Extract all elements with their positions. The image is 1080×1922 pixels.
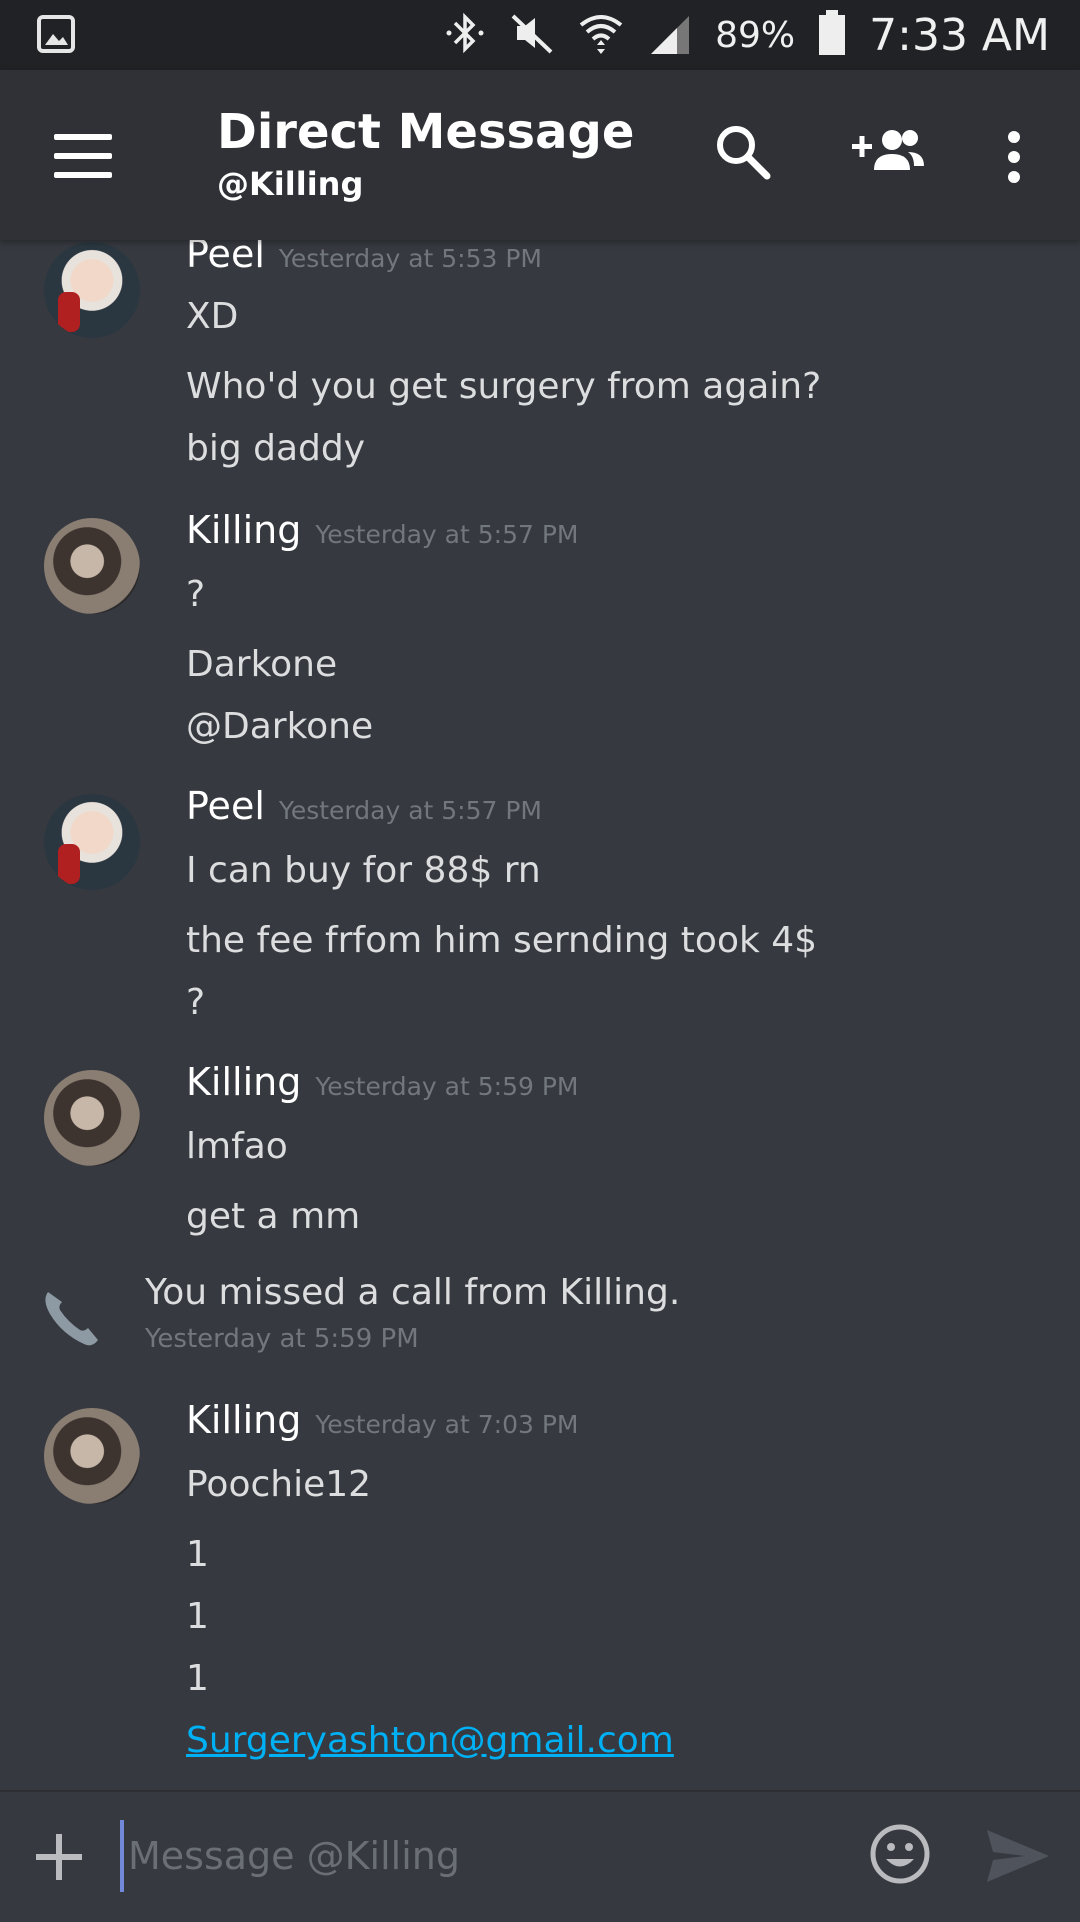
- missed-call-timestamp: Yesterday at 5:59 PM: [145, 1324, 419, 1354]
- avatar-peel[interactable]: [44, 794, 140, 890]
- message-text: @Darkone: [186, 706, 374, 747]
- message-timestamp: Yesterday at 5:57 PM: [315, 520, 579, 549]
- hamburger-menu-icon[interactable]: [54, 134, 112, 178]
- message-text: 1: [186, 1658, 209, 1699]
- bluetooth-icon: [443, 10, 487, 60]
- message-text: XD: [186, 296, 239, 337]
- wifi-icon: [577, 9, 625, 61]
- battery-icon: [817, 9, 847, 61]
- send-icon[interactable]: [985, 1828, 1051, 1888]
- clock: 7:33 AM: [869, 9, 1050, 61]
- page-title: Direct Message: [217, 104, 635, 160]
- message-timestamp: Yesterday at 5:59 PM: [315, 1072, 579, 1101]
- app-bar: Direct Message @Killing: [0, 70, 1080, 240]
- message-text: get a mm: [186, 1196, 361, 1237]
- message-text: ?: [186, 982, 206, 1023]
- message-text: the fee frfom him sernding took 4$: [186, 920, 818, 961]
- message-timestamp: Yesterday at 5:57 PM: [278, 796, 543, 825]
- more-options-icon[interactable]: [1005, 130, 1023, 188]
- author-name[interactable]: Peel Yesterday at 5:57 PM: [186, 784, 542, 828]
- search-icon[interactable]: [713, 122, 773, 186]
- battery-percent: 89%: [715, 14, 796, 56]
- emoji-icon[interactable]: [868, 1822, 932, 1890]
- author-name[interactable]: Killing Yesterday at 7:03 PM: [186, 1398, 578, 1442]
- avatar-killing[interactable]: [44, 518, 140, 614]
- message-text: ?: [186, 574, 206, 615]
- message-text: I can buy for 88$ rn: [186, 850, 541, 891]
- message-text: 1: [186, 1596, 209, 1637]
- author-name-text[interactable]: Peel: [186, 240, 265, 276]
- avatar-peel[interactable]: [44, 242, 140, 338]
- add-friend-icon[interactable]: [850, 126, 926, 178]
- mute-icon: [509, 10, 555, 60]
- author-name-text[interactable]: Killing: [186, 1398, 301, 1442]
- add-attachment-icon[interactable]: [36, 1834, 82, 1880]
- status-bar: 89% 7:33 AM: [0, 0, 1080, 70]
- author-name-text[interactable]: Killing: [186, 508, 301, 552]
- message-timestamp: Yesterday at 7:03 PM: [315, 1410, 579, 1439]
- author-name-text[interactable]: Peel: [186, 784, 265, 828]
- avatar-killing[interactable]: [44, 1070, 140, 1166]
- message-text: Darkone: [186, 644, 338, 685]
- author-name[interactable]: Peel Yesterday at 5:53 PM: [186, 240, 542, 276]
- message-text: Poochie12: [186, 1464, 372, 1505]
- message-text: lmfao: [186, 1126, 288, 1167]
- author-name-text[interactable]: Killing: [186, 1060, 301, 1104]
- message-input[interactable]: [120, 1820, 850, 1892]
- recipient-handle: @Killing: [217, 165, 364, 203]
- email-link[interactable]: Surgeryashton@gmail.com: [186, 1720, 674, 1761]
- message-list[interactable]: Peel Yesterday at 5:53 PM XD Who'd you ge…: [0, 240, 1080, 1790]
- message-composer: [0, 1790, 1080, 1922]
- missed-call-icon: [40, 1286, 102, 1352]
- message-timestamp: Yesterday at 5:53 PM: [278, 244, 543, 273]
- author-name[interactable]: Killing Yesterday at 5:57 PM: [186, 508, 578, 552]
- signal-icon: [647, 10, 693, 60]
- gallery-notification-icon: [36, 14, 76, 58]
- avatar-killing[interactable]: [44, 1408, 140, 1504]
- message-text: big daddy: [186, 428, 366, 469]
- message-text: 1: [186, 1534, 209, 1575]
- missed-call-text: You missed a call from Killing.: [145, 1272, 681, 1313]
- author-name[interactable]: Killing Yesterday at 5:59 PM: [186, 1060, 578, 1104]
- message-text: Who'd you get surgery from again?: [186, 366, 822, 407]
